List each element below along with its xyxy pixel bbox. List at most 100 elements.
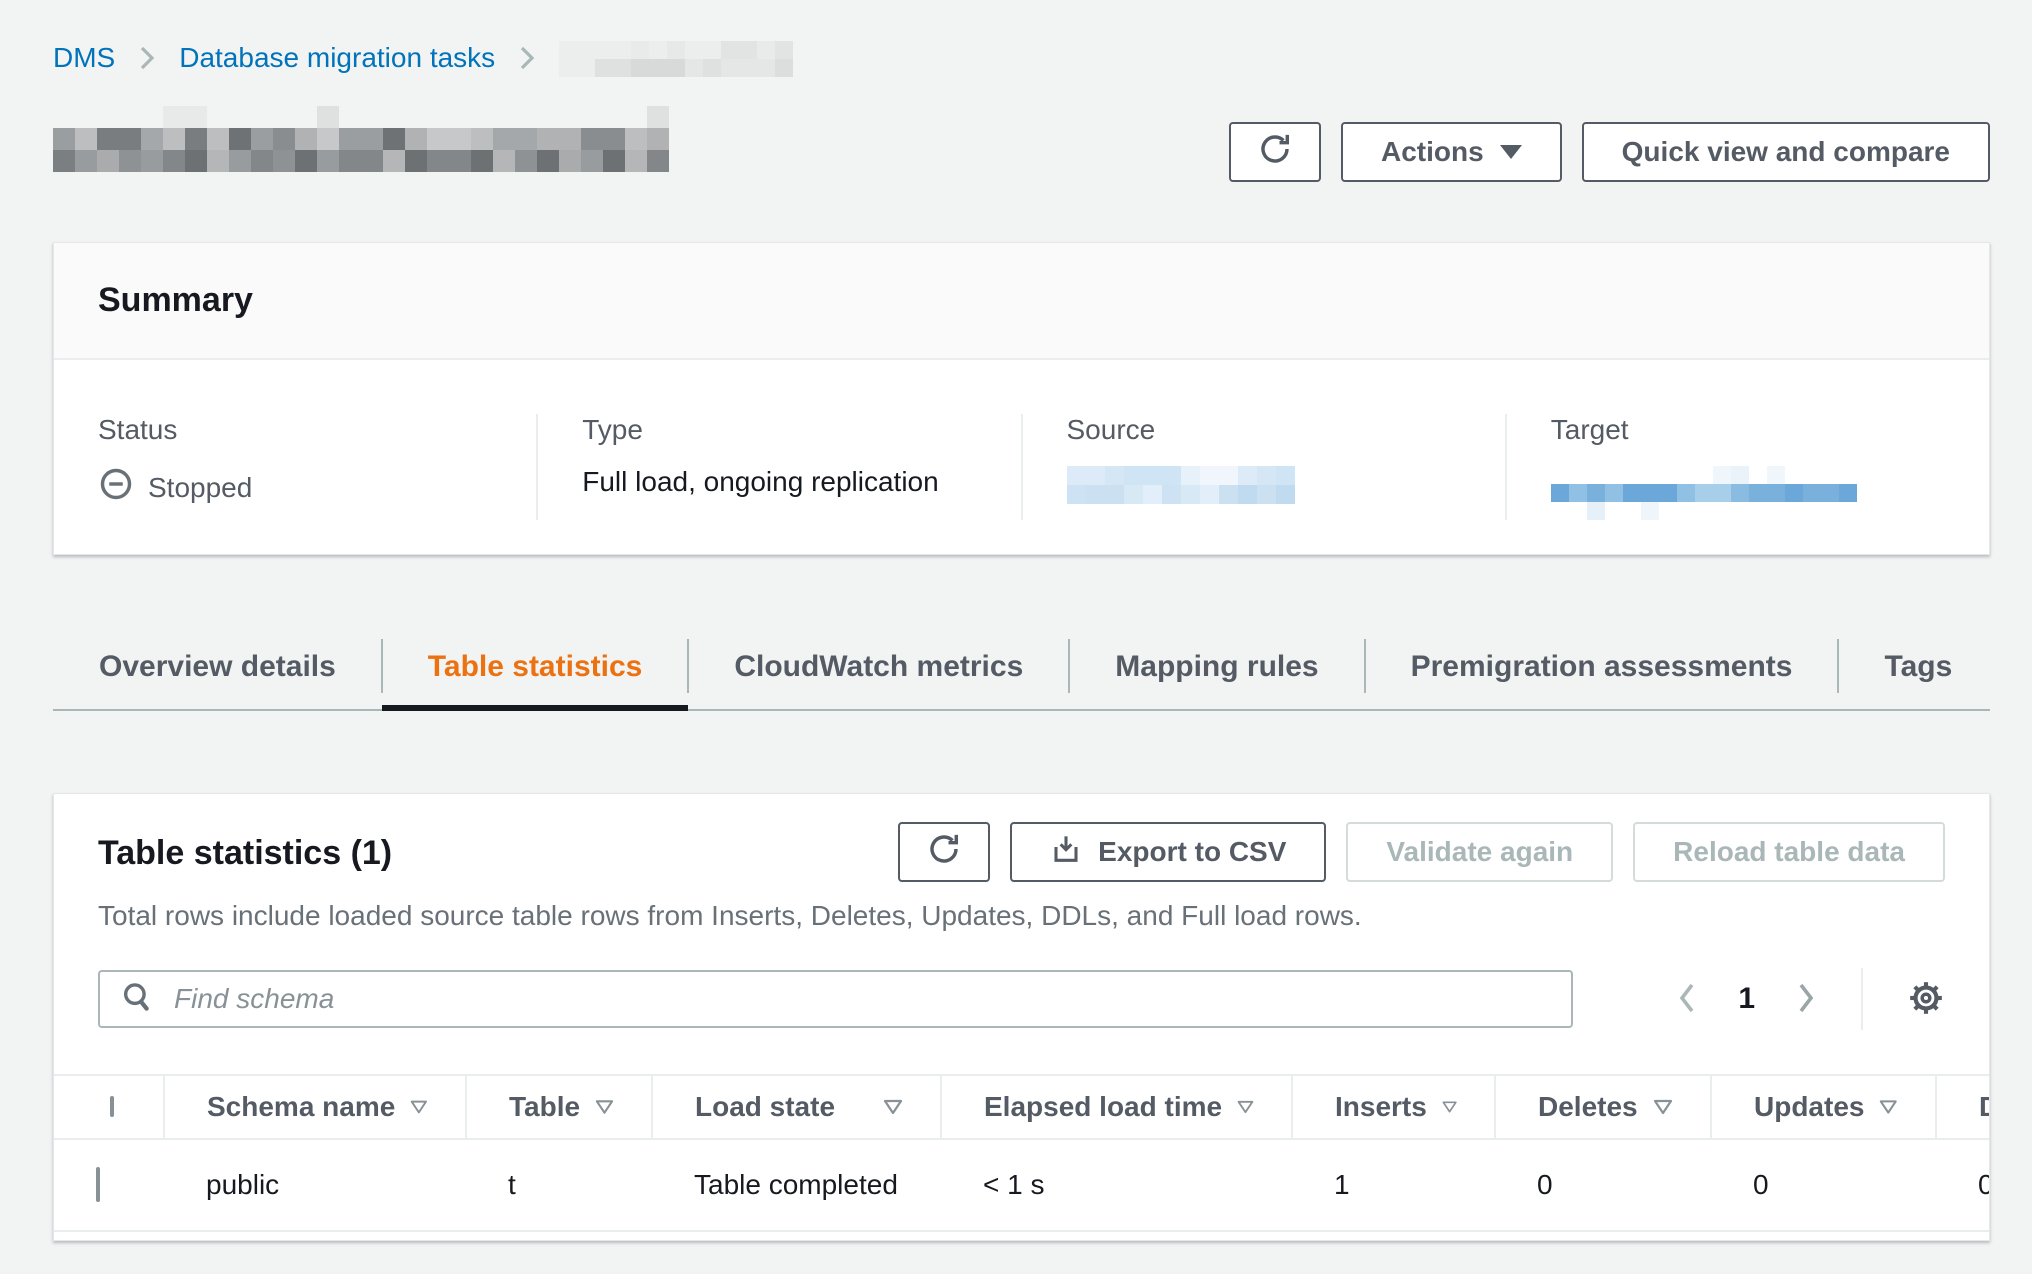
reload-table-data-button[interactable]: Reload table data [1633,822,1945,882]
sort-icon [1236,1098,1255,1116]
type-label: Type [582,414,976,446]
column-label: Updates [1754,1091,1864,1123]
type-value: Full load, ongoing replication [582,466,976,498]
breadcrumb-link-dms[interactable]: DMS [53,42,115,74]
column-label: Load state [695,1091,835,1123]
gear-icon [1907,979,1945,1020]
actions-button[interactable]: Actions [1341,122,1562,182]
row-select-cell [54,1139,164,1231]
chevron-right-icon [137,43,157,73]
actions-button-label: Actions [1381,136,1484,168]
cell-inserts: 1 [1292,1139,1495,1231]
summary-col-type: Type Full load, ongoing replication [536,414,1020,520]
breadcrumb: DMS Database migration tasks [53,38,1990,78]
summary-col-target: Target [1505,414,1989,520]
quick-view-and-compare-button[interactable]: Quick view and compare [1582,122,1990,182]
cell-table: t [466,1139,652,1231]
row-checkbox[interactable] [96,1167,100,1202]
target-label: Target [1551,414,1945,446]
tab-overview-details[interactable]: Overview details [53,625,382,709]
table-toolbar: 1 [54,968,1989,1030]
sort-icon [1878,1098,1899,1116]
target-value-redacted[interactable] [1551,466,1945,520]
cell-deletes: 0 [1495,1139,1711,1231]
table-row: public t Table completed < 1 s 1 0 0 0 [54,1139,1989,1231]
summary-body: Status Stopped Type Full load, ongoing r… [54,360,1989,554]
table-statistics-actions: Export to CSV Validate again Reload tabl… [898,822,1945,882]
chevron-left-icon [1676,980,1698,1019]
summary-card: Summary Status Stopped Type Full load, o… [53,242,1990,555]
search-icon [120,980,154,1019]
schema-search [98,970,1573,1028]
table-statistics-header: Table statistics (1) Export to CSV Valid… [54,822,1989,882]
cell-ddls: 0 [1936,1139,1989,1231]
select-all-cell [54,1075,164,1139]
select-all-checkbox[interactable] [110,1096,114,1117]
column-header-table[interactable]: Table [466,1075,652,1139]
minus-circle-icon [98,466,134,509]
column-label: Elapsed load time [984,1091,1222,1123]
refresh-icon [926,831,962,874]
tab-cloudwatch-metrics[interactable]: CloudWatch metrics [688,625,1069,709]
column-header-load-state[interactable]: Load state [652,1075,941,1139]
page-header: Actions Quick view and compare [53,106,1990,182]
summary-col-source: Source [1021,414,1505,520]
column-header-updates[interactable]: Updates [1711,1075,1936,1139]
column-header-deletes[interactable]: Deletes [1495,1075,1711,1139]
table-refresh-button[interactable] [898,822,990,882]
status-value: Stopped [98,466,492,509]
tab-tags[interactable]: Tags [1838,625,1998,709]
previous-page-button[interactable] [1676,980,1698,1019]
task-detail-tabs: Overview details Table statistics CloudW… [53,625,1990,711]
source-label: Source [1067,414,1461,446]
sort-icon [1441,1098,1458,1116]
status-text: Stopped [148,472,252,504]
current-page-number: 1 [1738,982,1755,1016]
validate-again-button[interactable]: Validate again [1346,822,1613,882]
search-input[interactable] [172,982,1551,1016]
cell-load-state: Table completed [652,1139,941,1231]
summary-title: Summary [98,281,1945,320]
source-value-redacted[interactable] [1067,466,1461,504]
refresh-icon [1257,131,1293,174]
table-statistics-title: Table statistics (1) [98,822,392,873]
page-title-redacted [53,106,669,172]
refresh-button[interactable] [1229,122,1321,182]
validate-again-label: Validate again [1386,836,1573,868]
summary-card-header: Summary [54,243,1989,360]
tab-premigration-assessments[interactable]: Premigration assessments [1365,625,1839,709]
reload-table-data-label: Reload table data [1673,836,1905,868]
table-statistics-card: Table statistics (1) Export to CSV Valid… [53,793,1990,1241]
column-header-ddls[interactable]: DDLs [1936,1075,1989,1139]
column-label: Inserts [1335,1091,1427,1123]
tab-table-statistics[interactable]: Table statistics [382,625,689,709]
cell-elapsed-load-time: < 1 s [941,1139,1292,1231]
column-header-inserts[interactable]: Inserts [1292,1075,1495,1139]
tab-mapping-rules[interactable]: Mapping rules [1069,625,1364,709]
header-actions: Actions Quick view and compare [1229,122,1990,182]
dms-task-page: DMS Database migration tasks Actions Qui… [0,0,2032,1274]
statistics-table-wrap: Schema name Table Load [54,1074,1989,1240]
column-label: Deletes [1538,1091,1638,1123]
column-label: Table [509,1091,580,1123]
breadcrumb-link-tasks[interactable]: Database migration tasks [179,42,495,74]
pager-divider [1861,968,1863,1030]
table-header-row: Schema name Table Load [54,1075,1989,1139]
table-statistics-description: Total rows include loaded source table r… [98,900,1945,932]
quick-view-button-label: Quick view and compare [1622,136,1950,168]
sort-icon [1652,1098,1674,1116]
download-icon [1050,833,1082,872]
cell-schema-name: public [164,1139,466,1231]
column-header-elapsed-load-time[interactable]: Elapsed load time [941,1075,1292,1139]
export-to-csv-button[interactable]: Export to CSV [1010,822,1326,882]
column-header-schema-name[interactable]: Schema name [164,1075,466,1139]
chevron-right-icon [517,43,537,73]
column-label: DDLs [1979,1091,1989,1123]
statistics-table: Schema name Table Load [54,1074,1989,1232]
next-page-button[interactable] [1795,980,1817,1019]
export-to-csv-label: Export to CSV [1098,836,1286,868]
cell-updates: 0 [1711,1139,1936,1231]
sort-icon [409,1098,429,1116]
summary-col-status: Status Stopped [54,414,536,520]
table-settings-button[interactable] [1907,979,1945,1020]
